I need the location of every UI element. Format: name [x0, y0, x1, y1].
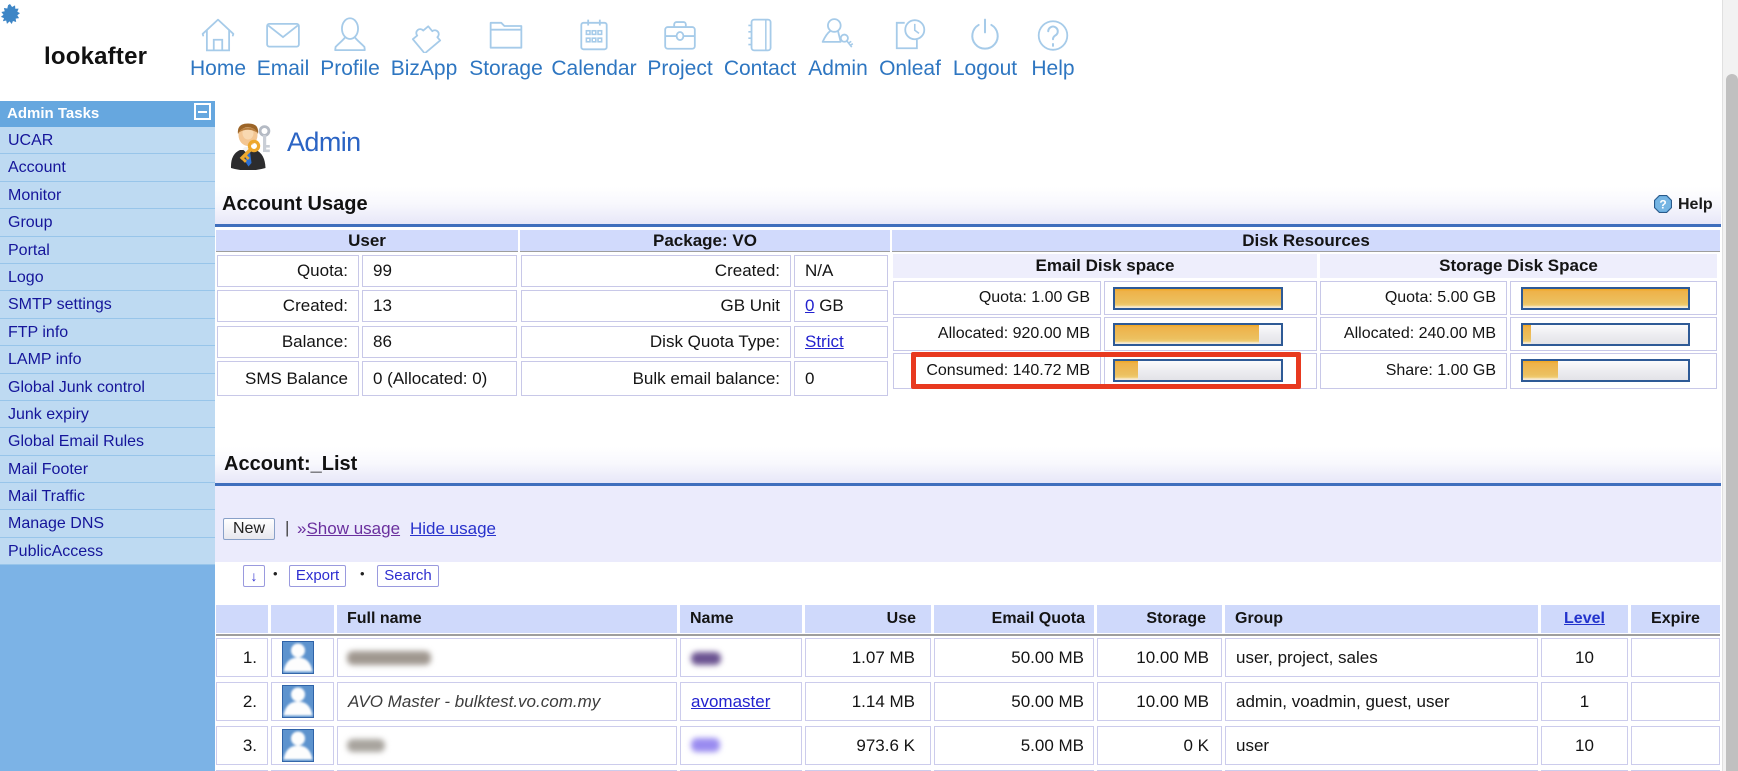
svg-text:?: ?: [1659, 198, 1666, 212]
